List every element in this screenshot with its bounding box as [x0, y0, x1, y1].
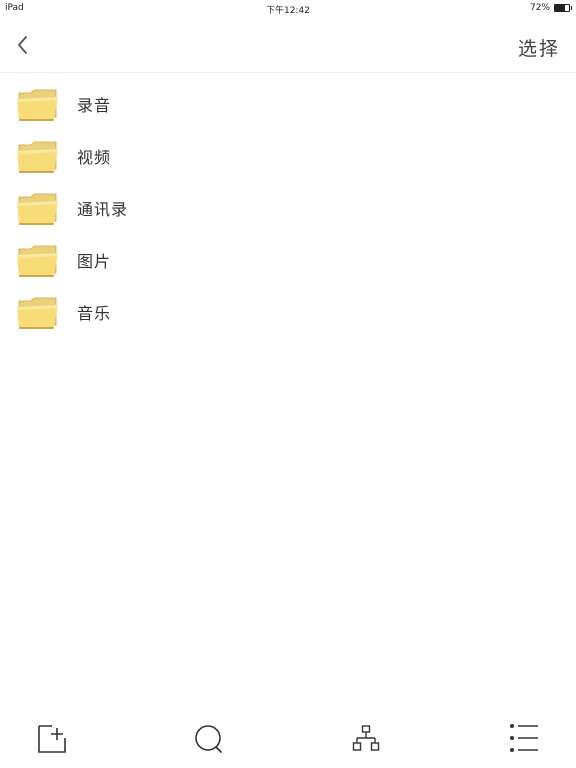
search-icon	[195, 725, 222, 753]
search-button[interactable]	[193, 722, 225, 754]
folder-label: 视频	[77, 148, 112, 167]
folder-label: 音乐	[77, 304, 112, 323]
clock: 下午12:42	[266, 6, 310, 16]
folder-item-pictures[interactable]: 图片	[0, 234, 576, 286]
list-view-button[interactable]	[508, 722, 540, 754]
folder-item-videos[interactable]: 视频	[0, 130, 576, 182]
folder-icon	[17, 193, 58, 225]
folder-icon	[17, 245, 58, 277]
back-button[interactable]	[10, 30, 36, 60]
folder-label: 录音	[77, 96, 112, 115]
folder-item-contacts[interactable]: 通讯录	[0, 182, 576, 234]
battery-percent: 72%	[529, 3, 550, 13]
new-folder-icon	[38, 725, 66, 753]
list-icon	[510, 724, 538, 752]
select-button[interactable]: 选择	[518, 34, 560, 61]
folder-label: 通讯录	[77, 200, 129, 219]
navigation-bar: 选择	[0, 16, 576, 73]
folder-icon	[17, 89, 58, 121]
hierarchy-icon	[352, 725, 380, 751]
bottom-toolbar	[0, 716, 576, 768]
folder-label: 图片	[77, 252, 112, 271]
folder-icon	[17, 141, 58, 173]
folder-item-music[interactable]: 音乐	[0, 286, 576, 338]
battery-indicator: 72%	[529, 3, 572, 13]
status-bar: iPad 下午12:42 72%	[0, 0, 576, 16]
chevron-left-icon	[18, 36, 27, 54]
folder-icon	[17, 297, 58, 329]
folder-item-recordings[interactable]: 录音	[0, 78, 576, 130]
hierarchy-button[interactable]	[350, 722, 382, 754]
folder-list: 录音 视频 通讯录 图片 音乐	[0, 78, 576, 338]
new-folder-button[interactable]	[36, 722, 68, 754]
battery-icon	[554, 4, 572, 12]
